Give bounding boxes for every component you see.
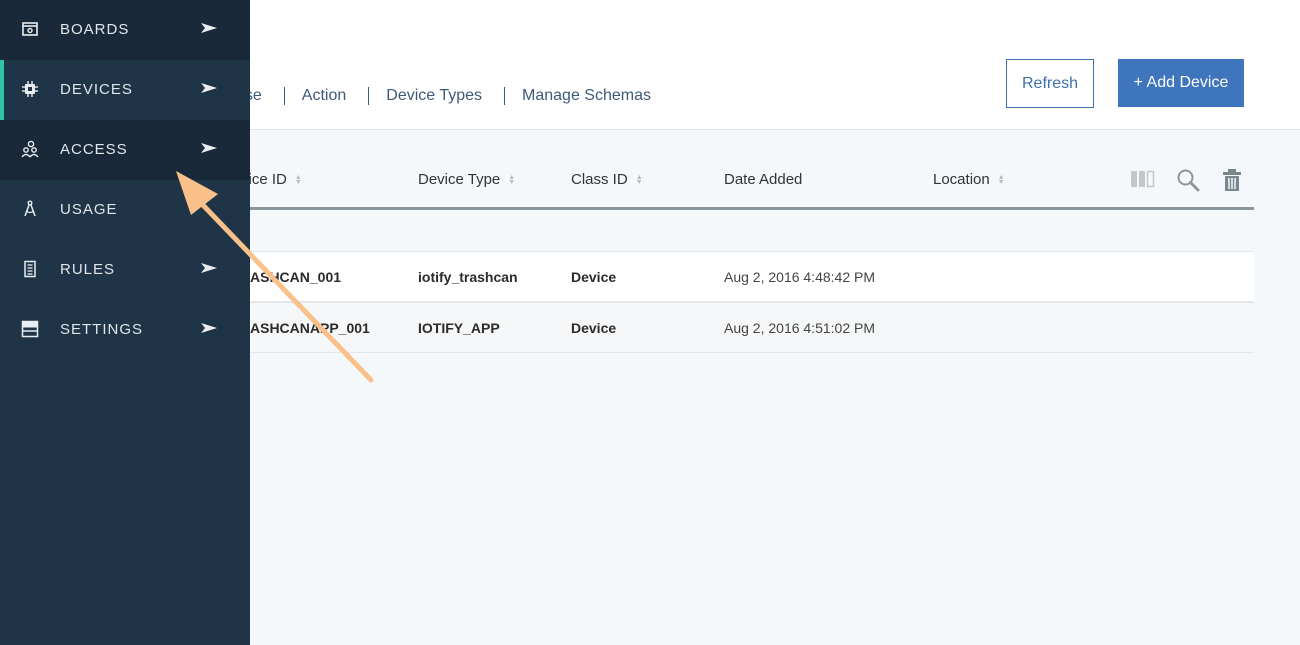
tab-manage-schemas[interactable]: Manage Schemas — [522, 87, 651, 105]
column-label: Device Type — [418, 171, 501, 188]
sidebar-item-rules[interactable]: RULES — [0, 240, 250, 300]
cell-date-added: Aug 2, 2016 4:48:42 PM — [724, 269, 875, 285]
arrow-right-icon — [201, 141, 217, 159]
cell-class-id: Device — [571, 269, 617, 285]
tab-action[interactable]: Action — [302, 87, 346, 105]
cell-device-type: IOTIFY_APP — [418, 320, 500, 336]
refresh-button[interactable]: Refresh — [1006, 59, 1094, 108]
tab-divider — [368, 87, 370, 105]
sidebar-item-label: RULES — [60, 261, 116, 278]
users-icon — [21, 140, 39, 158]
sort-icon[interactable]: ▲ ▼ — [636, 174, 643, 186]
column-header-device-type[interactable]: Device Type ▲ ▼ — [418, 171, 515, 188]
arrow-right-icon — [201, 261, 217, 279]
sidebar-item-label: SETTINGS — [60, 321, 144, 338]
cell-device-id: ASHCANAPP_001 — [250, 320, 370, 336]
sidebar-item-usage[interactable]: USAGE — [0, 180, 250, 240]
sidebar-item-access[interactable]: ACCESS — [0, 120, 250, 180]
sidebar-item-label: ACCESS — [60, 141, 128, 158]
chip-icon — [21, 80, 39, 98]
compass-icon — [21, 200, 39, 218]
column-label: Date Added — [724, 171, 803, 188]
boards-icon — [21, 20, 39, 38]
sidebar-item-label: USAGE — [60, 201, 118, 218]
cell-device-id: ASHCAN_001 — [250, 269, 342, 285]
column-header-location[interactable]: Location ▲ ▼ — [933, 171, 1005, 188]
cell-device-type: iotify_trashcan — [418, 269, 518, 285]
sidebar-item-boards[interactable]: BOARDS — [0, 0, 250, 60]
column-header-device-id[interactable]: vice ID ▲ ▼ — [241, 171, 302, 188]
sort-icon[interactable]: ▲ ▼ — [998, 174, 1005, 186]
search-icon[interactable] — [1176, 168, 1200, 197]
column-label: Class ID — [571, 171, 628, 188]
tab-device-types[interactable]: Device Types — [386, 87, 482, 105]
cell-date-added: Aug 2, 2016 4:51:02 PM — [724, 320, 875, 336]
trash-icon[interactable] — [1222, 168, 1242, 197]
column-header-class-id[interactable]: Class ID ▲ ▼ — [571, 171, 643, 188]
add-device-button[interactable]: + Add Device — [1118, 59, 1244, 107]
cell-class-id: Device — [571, 320, 617, 336]
arrow-right-icon — [201, 321, 217, 339]
columns-icon[interactable] — [1130, 168, 1156, 195]
sidebar-item-devices[interactable]: DEVICES — [0, 60, 250, 120]
arrow-right-icon — [201, 21, 217, 39]
active-indicator — [0, 60, 4, 120]
sidebar-item-label: DEVICES — [60, 81, 133, 98]
arrow-right-icon — [201, 81, 217, 99]
tab-divider — [283, 87, 285, 105]
column-header-date-added[interactable]: Date Added — [724, 171, 802, 188]
tab-divider — [504, 87, 506, 105]
sidebar-item-label: BOARDS — [60, 21, 130, 38]
header-tabs: ose Action Device Types Manage Schemas — [236, 87, 651, 105]
table-row[interactable]: ASHCANAPP_001 IOTIFY_APP Device Aug 2, 2… — [250, 302, 1254, 353]
sidebar: BOARDS DEVICES ACCESS USAGE RULES SETTIN… — [0, 0, 250, 645]
table-row[interactable]: ASHCAN_001 iotify_trashcan Device Aug 2,… — [250, 251, 1254, 302]
rules-icon — [21, 260, 39, 278]
sort-icon[interactable]: ▲ ▼ — [295, 174, 302, 186]
settings-icon — [21, 320, 39, 338]
sidebar-item-settings[interactable]: SETTINGS — [0, 300, 250, 360]
table-header: vice ID ▲ ▼ Device Type ▲ ▼ Class ID ▲ ▼ Da… — [241, 150, 1254, 210]
column-label: Location — [933, 171, 990, 188]
sort-icon[interactable]: ▲ ▼ — [508, 174, 515, 186]
